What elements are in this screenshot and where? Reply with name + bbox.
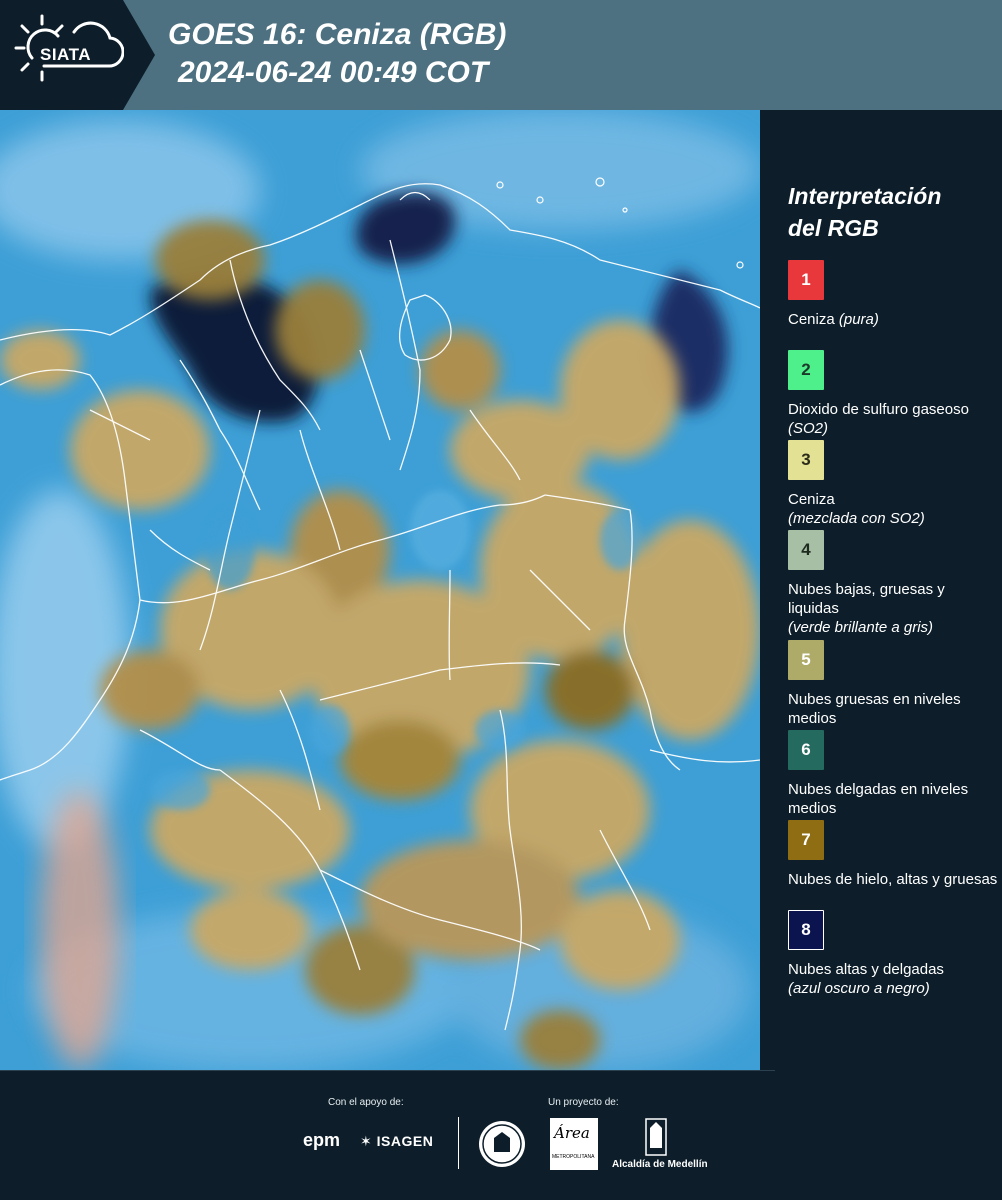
page-title: GOES 16: Ceniza (RGB) 2024-06-24 00:49 C… (168, 16, 506, 92)
area-logo-sub: METROPOLITANA (552, 1154, 595, 1160)
header: SIATA GOES 16: Ceniza (RGB) 2024-06-24 0… (0, 0, 1002, 110)
support-label: Con el apoyo de: (328, 1097, 404, 1108)
legend-label: Nubes de hielo, altas y gruesas (788, 871, 998, 888)
legend-swatch: 5 (788, 640, 824, 680)
legend-items: 1 Ceniza (pura) 2 Dioxido de sulfuro gas… (788, 260, 998, 1000)
legend-title-line1: Interpretación (788, 183, 942, 209)
legend-label: Nubes bajas, gruesas y liquidas (verde br… (788, 581, 945, 636)
legend-swatch: 7 (788, 820, 824, 860)
medellin-seal-icon[interactable] (478, 1118, 526, 1170)
legend-label: Nubes altas y delgadas (azul oscuro a neg… (788, 961, 944, 997)
legend-item-6: 6 Nubes delgadas en niveles medios (788, 730, 998, 820)
area-metropolitana-logo[interactable]: Área METROPOLITANA (550, 1118, 598, 1170)
legend-label: Ceniza (mezclada con SO2) (788, 491, 925, 527)
timestamp: 2024-06-24 00:49 COT (178, 56, 489, 89)
legend-swatch: 6 (788, 730, 824, 770)
epm-logo[interactable]: epm (303, 1130, 340, 1151)
legend-title-line2: del RGB (788, 215, 879, 241)
alcaldia-shield-icon[interactable] (645, 1118, 667, 1156)
legend-item-7: 7 Nubes de hielo, altas y gruesas (788, 820, 998, 910)
legend-label: Ceniza (pura) (788, 311, 879, 328)
legend-item-3: 3 Ceniza (mezclada con SO2) (788, 440, 998, 530)
legend-item-5: 5 Nubes gruesas en niveles medios (788, 640, 998, 730)
legend-item-4: 4 Nubes bajas, gruesas y liquidas (verde … (788, 530, 998, 640)
footer-separator (458, 1117, 459, 1169)
legend-item-8: 8 Nubes altas y delgadas (azul oscuro a n… (788, 910, 998, 1000)
isagen-star-icon: ✶ (360, 1133, 373, 1149)
footer-divider (0, 1070, 775, 1071)
legend-label: Nubes delgadas en niveles medios (788, 781, 969, 817)
logo-text: SIATA (40, 45, 91, 64)
siata-logo[interactable]: SIATA (0, 0, 155, 110)
isagen-logo[interactable]: ✶ ISAGEN (360, 1133, 433, 1150)
isagen-label: ISAGEN (376, 1133, 434, 1149)
legend-swatch: 8 (788, 910, 824, 950)
legend-swatch: 2 (788, 350, 824, 390)
product-title: GOES 16: Ceniza (RGB) (168, 18, 507, 51)
area-logo-text: Área (554, 1124, 590, 1142)
legend-item-1: 1 Ceniza (pura) (788, 260, 998, 350)
rgb-ash-imagery (0, 110, 760, 1070)
legend-panel: Interpretación del RGB 1 Ceniza (pura) 2… (760, 110, 1002, 1070)
legend-label: Dioxido de sulfuro gaseoso (SO2) (788, 401, 969, 437)
legend-swatch: 4 (788, 530, 824, 570)
legend-item-2: 2 Dioxido de sulfuro gaseoso (SO2) (788, 350, 998, 440)
footer: Con el apoyo de: Un proyecto de: epm ✶ I… (0, 1070, 1002, 1200)
legend-swatch: 1 (788, 260, 824, 300)
legend-swatch: 3 (788, 440, 824, 480)
project-label: Un proyecto de: (548, 1097, 619, 1108)
alcaldia-label: Alcaldía de Medellín (612, 1159, 708, 1170)
legend-label: Nubes gruesas en niveles medios (788, 691, 961, 727)
satellite-map[interactable] (0, 110, 760, 1070)
legend-title: Interpretación del RGB (788, 180, 941, 244)
